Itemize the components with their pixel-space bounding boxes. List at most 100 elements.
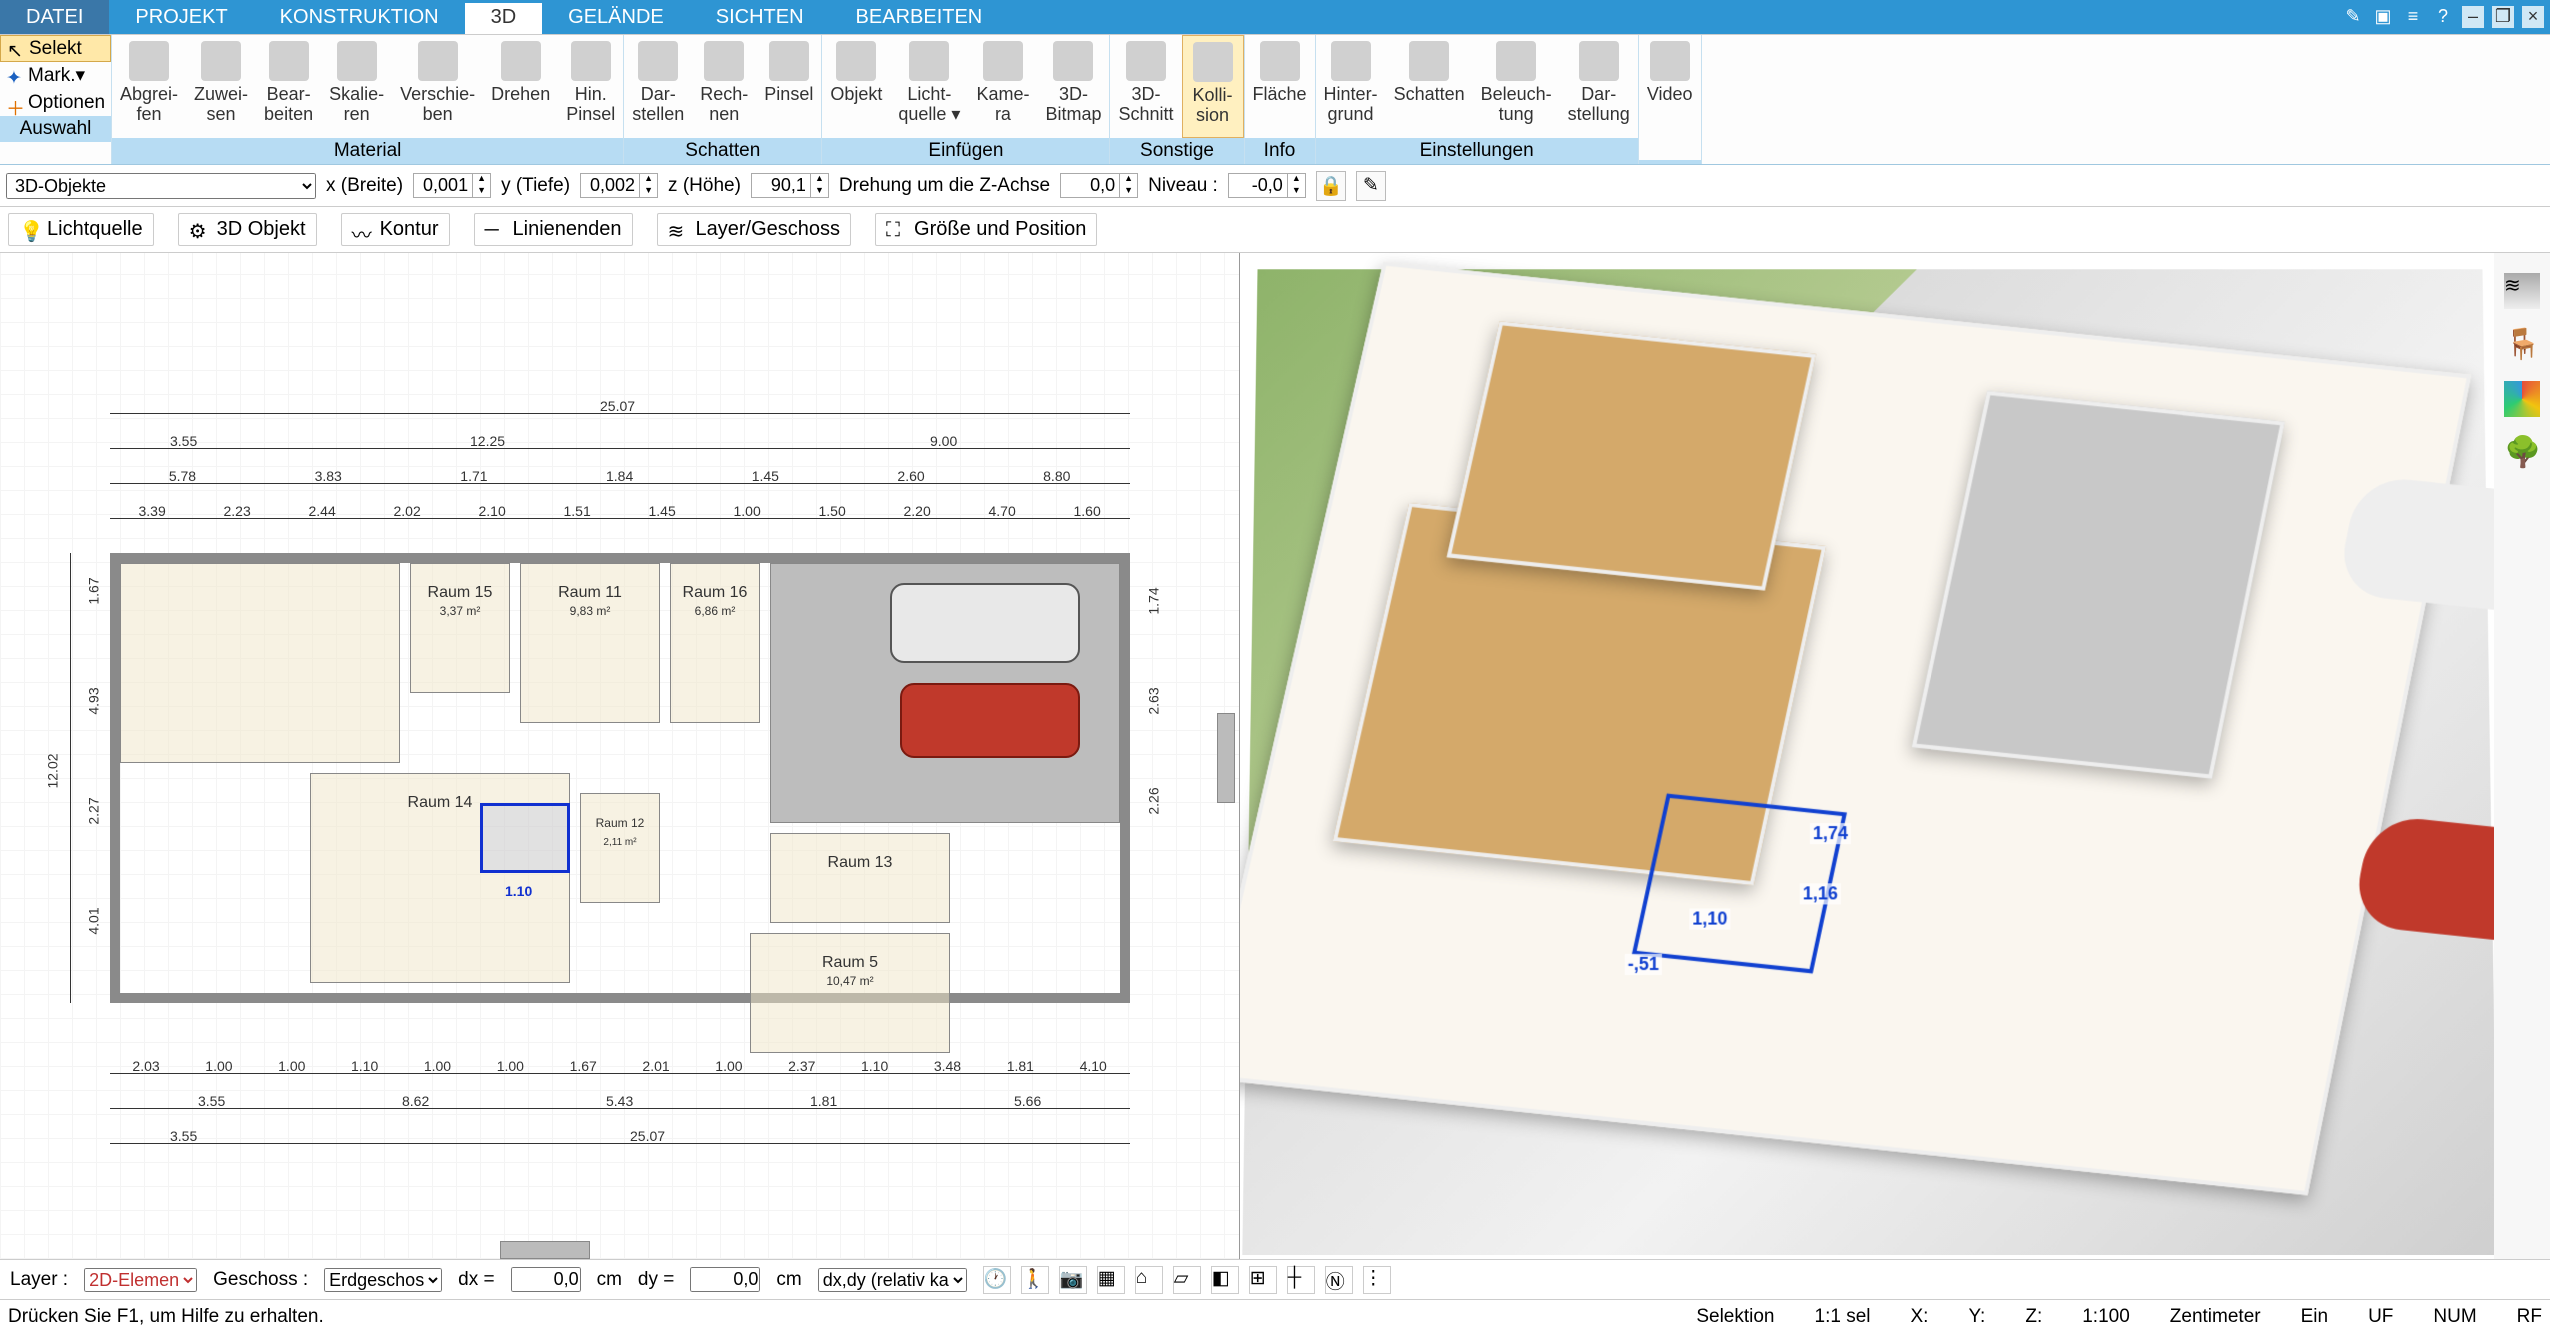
car-red <box>900 683 1080 758</box>
rot-label: Drehung um die Z-Achse <box>839 175 1050 197</box>
scrollbar-2d[interactable] <box>500 1241 590 1259</box>
groesse-button[interactable]: ⛶Größe und Position <box>875 213 1097 246</box>
dy-label: dy = <box>638 1269 674 1291</box>
x-down[interactable]: ▼ <box>472 186 490 198</box>
ribbon-btn-zuweisen[interactable]: Zuwei-sen <box>186 35 256 138</box>
ribbon-btn-pinsel[interactable]: Pinsel <box>756 35 821 138</box>
ribbon-btn-darstellen[interactable]: Dar-stellen <box>624 35 692 138</box>
restore-icon[interactable]: ❐ <box>2492 6 2514 28</box>
wand-icon[interactable]: ✎ <box>2342 6 2364 28</box>
y-down[interactable]: ▼ <box>639 186 657 198</box>
ribbon-btn-schatten[interactable]: Schatten <box>1386 35 1473 138</box>
geschoss-select[interactable]: Erdgeschos <box>324 1268 442 1292</box>
ribbon-btn-hintergrund[interactable]: Hinter-grund <box>1316 35 1386 138</box>
scene-3d[interactable]: -,51 1,10 1,74 1,16 <box>1242 269 2497 1255</box>
menu-tab-3d[interactable]: 3D <box>465 0 543 34</box>
menu-tab-konstruktion[interactable]: KONSTRUKTION <box>254 0 465 34</box>
optionen-button[interactable]: ＋Optionen <box>0 89 111 116</box>
status-x: X: <box>1910 1306 1928 1328</box>
ribbon-btn-objekt[interactable]: Objekt <box>822 35 890 138</box>
ribbon-icon <box>1260 41 1300 81</box>
close-icon[interactable]: × <box>2522 6 2544 28</box>
clock-icon[interactable]: 🕐 <box>983 1266 1011 1294</box>
render-icon[interactable]: ▦ <box>1097 1266 1125 1294</box>
ribbon-btn-skalieren[interactable]: Skalie-ren <box>321 35 392 138</box>
niveau-input[interactable] <box>1229 174 1287 197</box>
status-ein: Ein <box>2301 1306 2328 1328</box>
select-button[interactable]: ↖Selekt <box>0 35 111 62</box>
layer-button[interactable]: ≋Layer/Geschoss <box>657 213 852 246</box>
ribbon-btn-bearbeiten[interactable]: Bear-beiten <box>256 35 321 138</box>
ribbon-icon <box>704 41 744 81</box>
ribbon-btn-lichtquelle[interactable]: Licht-quelle ▾ <box>890 35 968 138</box>
ribbon-btn-verschieben[interactable]: Verschie-ben <box>392 35 483 138</box>
room-5: Raum 510,47 m² <box>750 933 950 1053</box>
z-input[interactable] <box>752 174 810 197</box>
chair-icon[interactable]: 🪑 <box>2504 327 2540 363</box>
edit-icon[interactable]: ✎ <box>1356 171 1386 201</box>
ribbon-btn-darstellung[interactable]: Dar-stellung <box>1560 35 1638 138</box>
walk-icon[interactable]: 🚶 <box>1021 1266 1049 1294</box>
dy-input[interactable] <box>690 1267 760 1292</box>
ribbon-btn-rechnen[interactable]: Rech-nen <box>692 35 756 138</box>
rot-up[interactable]: ▲ <box>1119 174 1137 186</box>
vscrollbar-2d[interactable] <box>1217 713 1235 803</box>
camera-icon[interactable]: 📷 <box>1059 1266 1087 1294</box>
ribbon-btn-abgreifen[interactable]: Abgrei-fen <box>112 35 186 138</box>
ribbon-btn-video[interactable]: Video <box>1639 35 1701 160</box>
ribbon-btn-kollision[interactable]: Kolli-sion <box>1182 35 1244 138</box>
niv-down[interactable]: ▼ <box>1287 186 1305 198</box>
roof-icon[interactable]: ⌂ <box>1135 1266 1163 1294</box>
z-up[interactable]: ▲ <box>810 174 828 186</box>
mark-button[interactable]: ✦Mark.▾ <box>0 62 111 89</box>
view-2d[interactable]: Raum 153,37 m² Raum 119,83 m² Raum 166,8… <box>0 253 1240 1259</box>
linienenden-button[interactable]: ─Linienenden <box>474 213 633 246</box>
y-input[interactable] <box>581 174 639 197</box>
dx-input[interactable] <box>511 1267 581 1292</box>
ribbon-btn-dschnitt[interactable]: 3D-Schnitt <box>1110 35 1181 138</box>
sel-dim: 1.10 <box>505 883 532 899</box>
ribbon-btn-beleuchtung[interactable]: Beleuch-tung <box>1473 35 1560 138</box>
help-icon[interactable]: ? <box>2432 6 2454 28</box>
x-input[interactable] <box>414 174 472 197</box>
lichtquelle-button[interactable]: 💡Lichtquelle <box>8 213 154 246</box>
menu-tab-bearbeiten[interactable]: BEARBEITEN <box>830 0 1009 34</box>
ribbon-btn-kamera[interactable]: Kame-ra <box>968 35 1037 138</box>
minimize-icon[interactable]: – <box>2462 6 2484 28</box>
layer-select[interactable]: 2D-Elemen <box>84 1268 197 1292</box>
ribbon-btn-dbitmap[interactable]: 3D-Bitmap <box>1037 35 1109 138</box>
view-3d[interactable]: -,51 1,10 1,74 1,16 ≋ 🪑 🌳 <box>1240 253 2550 1259</box>
3dobjekt-button[interactable]: ⚙3D Objekt <box>178 213 317 246</box>
menu-tab-datei[interactable]: DATEI <box>0 0 109 34</box>
snap-icon[interactable]: ⊞ <box>1249 1266 1277 1294</box>
ribbon-btn-hinpinsel[interactable]: Hin.Pinsel <box>558 35 623 138</box>
menu-tab-projekt[interactable]: PROJEKT <box>109 0 253 34</box>
object-type-select[interactable]: 3D-Objekte <box>6 173 316 199</box>
tree-icon[interactable]: 🌳 <box>2504 435 2540 471</box>
menu-tab-gelaende[interactable]: GELÄNDE <box>542 0 690 34</box>
mode-select[interactable]: dx,dy (relativ ka <box>818 1268 967 1292</box>
z-down[interactable]: ▼ <box>810 186 828 198</box>
rot-input[interactable] <box>1061 174 1119 197</box>
rot-down[interactable]: ▼ <box>1119 186 1137 198</box>
kontur-button[interactable]: 〰Kontur <box>341 213 450 246</box>
status-y: Y: <box>1968 1306 1985 1328</box>
clipboard-icon[interactable]: ▣ <box>2372 6 2394 28</box>
menu-icon[interactable]: ⋮ <box>1363 1266 1391 1294</box>
menu-tab-sichten[interactable]: SICHTEN <box>690 0 830 34</box>
db-icon[interactable]: ≡ <box>2402 6 2424 28</box>
ribbon-btn-drehen[interactable]: Drehen <box>483 35 558 138</box>
selection-box[interactable] <box>480 803 570 873</box>
north-icon[interactable]: Ⓝ <box>1325 1266 1353 1294</box>
layers-icon[interactable]: ≋ <box>2504 273 2540 309</box>
lock-icon[interactable]: 🔒 <box>1316 171 1346 201</box>
x-up[interactable]: ▲ <box>472 174 490 186</box>
niv-up[interactable]: ▲ <box>1287 174 1305 186</box>
shade-icon[interactable]: ◧ <box>1211 1266 1239 1294</box>
ribbon-icon <box>418 41 458 81</box>
wire-icon[interactable]: ▱ <box>1173 1266 1201 1294</box>
y-up[interactable]: ▲ <box>639 174 657 186</box>
ribbon-btn-flche[interactable]: Fläche <box>1245 35 1315 138</box>
grid-icon[interactable]: ┼ <box>1287 1266 1315 1294</box>
palette-icon[interactable] <box>2504 381 2540 417</box>
